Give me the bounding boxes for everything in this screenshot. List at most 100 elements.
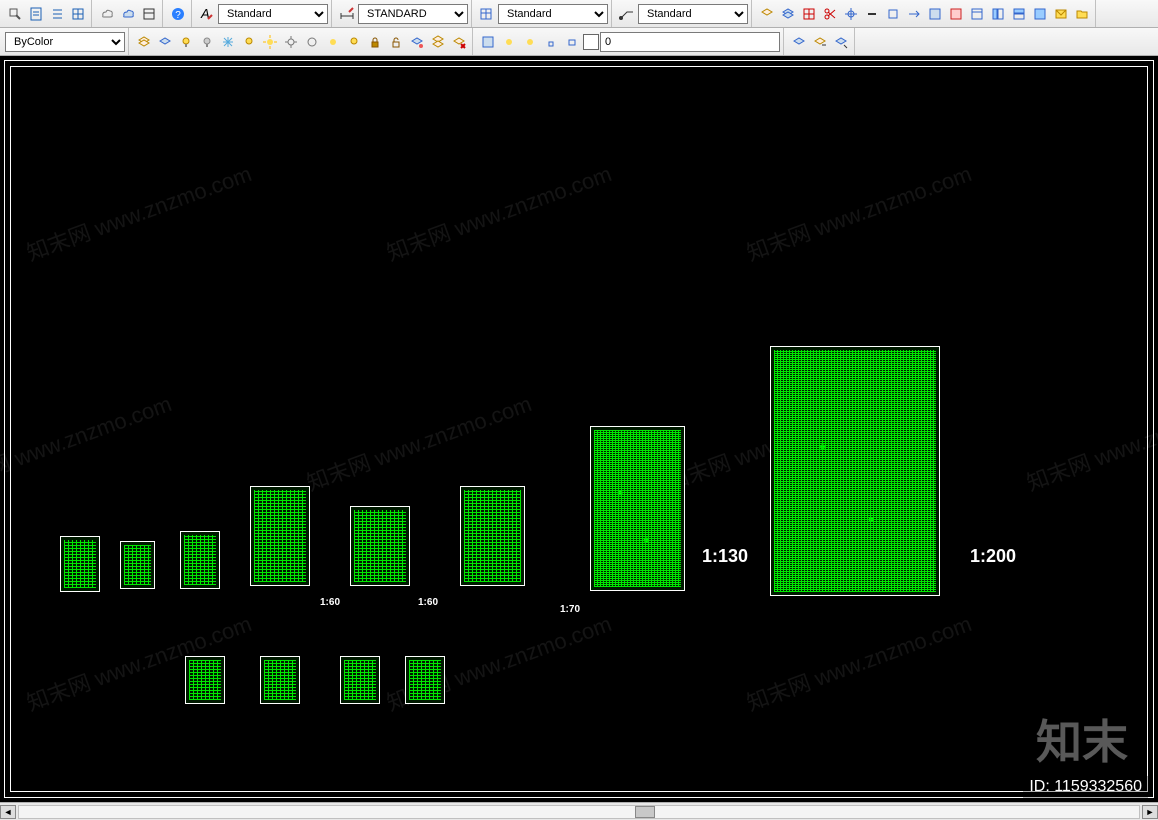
scale-label: 1:60 — [320, 597, 340, 608]
drawing-sheet — [590, 426, 685, 591]
bulb-on-icon[interactable] — [176, 32, 196, 52]
dim-style-select[interactable]: STANDARD — [358, 4, 468, 24]
table-style-icon[interactable] — [477, 4, 497, 24]
unlock-icon[interactable] — [386, 32, 406, 52]
dim-style-icon[interactable] — [337, 4, 357, 24]
layers2-icon[interactable] — [155, 32, 175, 52]
lock-icon[interactable] — [365, 32, 385, 52]
layer-vis-group — [131, 28, 473, 55]
toolbar-row-1: ? A Standard STANDARD Standard Standard — [0, 0, 1158, 28]
layer-manager-icon[interactable] — [478, 32, 498, 52]
viewport-inner-border — [10, 66, 1148, 792]
gear2-icon[interactable] — [302, 32, 322, 52]
inquiry-group — [2, 0, 92, 27]
scroll-track[interactable] — [18, 805, 1140, 819]
drawing-sheet — [405, 656, 445, 704]
drawing-sheet — [340, 656, 380, 704]
layer-match-icon[interactable] — [831, 32, 851, 52]
layer-color-swatch[interactable] — [583, 34, 599, 50]
layer-name-select[interactable]: 0 — [600, 32, 780, 52]
drawing-sheet — [60, 536, 100, 592]
scale-label: 1:70 — [560, 604, 580, 615]
adjust-icon[interactable] — [841, 4, 861, 24]
sun-icon[interactable] — [260, 32, 280, 52]
scale-label: 1:200 — [970, 546, 1016, 567]
svg-text:?: ? — [175, 10, 181, 21]
scroll-left-arrow[interactable]: ◄ — [0, 805, 16, 819]
freeze-icon[interactable] — [218, 32, 238, 52]
layer-iso-icon[interactable] — [407, 32, 427, 52]
layer-states-icon[interactable] — [778, 4, 798, 24]
box-icon[interactable] — [883, 4, 903, 24]
layer-walk-icon[interactable] — [810, 32, 830, 52]
panel3-icon[interactable] — [1030, 4, 1050, 24]
list-icon[interactable] — [47, 4, 67, 24]
drawing-sheet — [120, 541, 155, 589]
hatch-red-icon[interactable] — [799, 4, 819, 24]
layer-props-icon[interactable] — [757, 4, 777, 24]
layer-tools-group — [786, 28, 855, 55]
text-style-icon[interactable]: A — [197, 4, 217, 24]
drawing-sheet — [180, 531, 220, 589]
bulb-small-icon — [499, 32, 519, 52]
table-style-group: Standard — [474, 0, 612, 27]
calc-icon[interactable] — [26, 4, 46, 24]
bulb3-icon[interactable] — [344, 32, 364, 52]
layer-prev-icon[interactable] — [789, 32, 809, 52]
color-group: ByColor — [2, 28, 129, 55]
horizontal-scrollbar[interactable]: ◄ ► — [0, 802, 1158, 820]
help-icon[interactable]: ? — [168, 4, 188, 24]
text-style-select[interactable]: Standard — [218, 4, 328, 24]
layer-manage-group — [754, 0, 1096, 27]
tools-group — [94, 0, 163, 27]
panel2-icon[interactable] — [1009, 4, 1029, 24]
bulb-off-icon[interactable] — [197, 32, 217, 52]
drawing-sheet — [350, 506, 410, 586]
lock-small-icon — [541, 32, 561, 52]
plot-small-icon — [562, 32, 582, 52]
color-select[interactable]: ByColor — [5, 32, 125, 52]
scroll-thumb[interactable] — [635, 806, 655, 818]
cloud-icon[interactable] — [97, 4, 117, 24]
red-box-icon[interactable] — [946, 4, 966, 24]
drawing-sheet — [185, 656, 225, 704]
layer-merge-icon[interactable] — [428, 32, 448, 52]
cloud2-icon[interactable] — [118, 4, 138, 24]
table2-icon[interactable] — [967, 4, 987, 24]
help-group: ? — [165, 0, 192, 27]
drawing-sheet — [250, 486, 310, 586]
sun2-icon[interactable] — [323, 32, 343, 52]
image-id-label: ID: 1159332560 — [1023, 776, 1148, 798]
mleader-style-select[interactable]: Standard — [638, 4, 748, 24]
blue-table-icon[interactable] — [925, 4, 945, 24]
layer-name-value: 0 — [605, 36, 611, 48]
scroll-right-arrow[interactable]: ► — [1142, 805, 1158, 819]
folder-icon[interactable] — [1072, 4, 1092, 24]
minus-icon[interactable] — [862, 4, 882, 24]
table-icon[interactable] — [139, 4, 159, 24]
mleader-style-group: Standard — [614, 0, 752, 27]
scissors-icon[interactable] — [820, 4, 840, 24]
panel1-icon[interactable] — [988, 4, 1008, 24]
mail-icon[interactable] — [1051, 4, 1071, 24]
mleader-style-icon[interactable] — [617, 4, 637, 24]
toolbar-row-2: ByColor 0 — [0, 28, 1158, 56]
layers-icon[interactable] — [134, 32, 154, 52]
scale-label: 1:60 — [418, 597, 438, 608]
drawing-viewport[interactable]: 知末网 www.znzmo.com知末网 www.znzmo.com知末网 ww… — [0, 56, 1158, 802]
drawing-sheet — [770, 346, 940, 596]
scale-label: 1:130 — [702, 546, 748, 567]
table-style-select[interactable]: Standard — [498, 4, 608, 24]
drawing-sheet — [260, 656, 300, 704]
gear-icon[interactable] — [281, 32, 301, 52]
sun-small-icon — [520, 32, 540, 52]
drawing-sheet — [460, 486, 525, 586]
bulb2-icon[interactable] — [239, 32, 259, 52]
arrows-icon[interactable] — [904, 4, 924, 24]
layer-current-group: 0 — [475, 28, 784, 55]
zoom-window-icon[interactable] — [5, 4, 25, 24]
dim-style-group: STANDARD — [334, 0, 472, 27]
layer-del-icon[interactable] — [449, 32, 469, 52]
grid-icon[interactable] — [68, 4, 88, 24]
text-style-group: A Standard — [194, 0, 332, 27]
